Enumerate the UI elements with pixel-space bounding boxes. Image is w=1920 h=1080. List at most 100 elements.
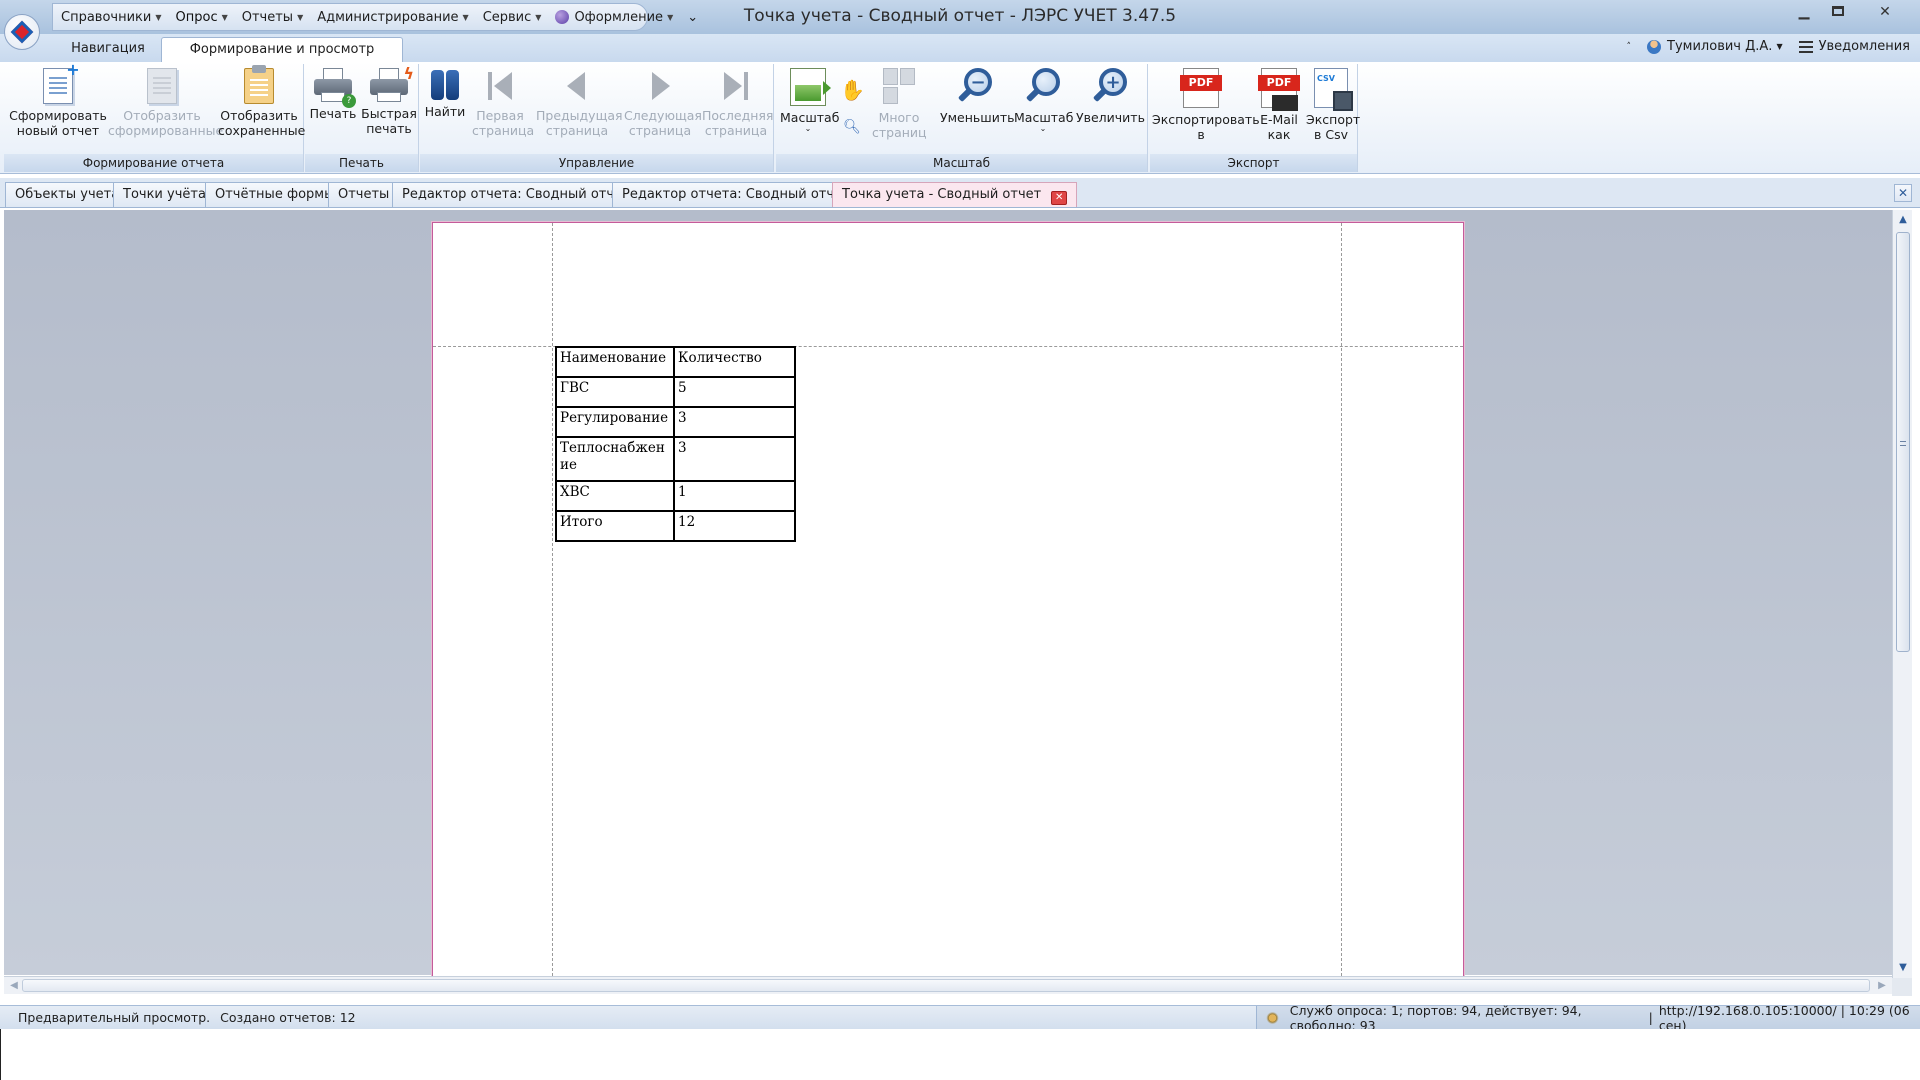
minimize-button[interactable]: ▁ xyxy=(1789,2,1819,24)
menu-label: Сервис xyxy=(482,9,532,25)
menu-label: Справочники xyxy=(61,9,152,25)
user-menu[interactable]: Тумилович Д.А. ▼ xyxy=(1647,39,1785,54)
close-button[interactable]: ✕ xyxy=(1857,2,1913,24)
zoom-out-button[interactable]: − Уменьшить xyxy=(940,66,1015,125)
menu-reports[interactable]: Отчеты ▼ xyxy=(242,10,303,25)
button-label: новый отчет xyxy=(16,123,100,138)
tab-report-builder[interactable]: Формирование и просмотр отчетов xyxy=(161,37,403,80)
collapse-ribbon-button[interactable]: ˄ xyxy=(1627,42,1634,52)
app-logo[interactable] xyxy=(4,14,40,50)
table-row: ГВС 5 xyxy=(555,376,796,408)
scroll-thumb[interactable] xyxy=(22,979,1870,992)
status-report-count: Создано отчетов: 12 xyxy=(220,1010,356,1025)
scroll-right-icon[interactable]: ▶ xyxy=(1874,978,1890,994)
previous-page-button[interactable]: Предыдущая страница xyxy=(536,66,623,138)
chevron-down-icon: ▼ xyxy=(535,12,542,22)
zoom-button[interactable]: Масштаб ⌄ xyxy=(1014,66,1073,133)
button-label: Первая xyxy=(476,108,524,123)
question-icon: ? xyxy=(342,94,356,108)
menu-poll[interactable]: Опрос ▼ xyxy=(176,10,228,25)
multiple-pages-icon xyxy=(881,68,917,106)
zoom-in-button[interactable]: + Увеличить xyxy=(1076,66,1145,125)
notifications-button[interactable]: Уведомления xyxy=(1798,39,1910,54)
multi-page-button[interactable]: Много страниц xyxy=(872,66,927,140)
first-page-button[interactable]: Первая страница xyxy=(472,66,535,138)
scroll-thumb[interactable] xyxy=(1896,232,1910,652)
last-page-icon xyxy=(718,68,754,104)
csv-save-icon xyxy=(1314,68,1353,111)
scroll-down-icon[interactable]: ▼ xyxy=(1895,960,1911,976)
horizontal-scrollbar[interactable]: ◀ ▶ xyxy=(4,976,1892,994)
button-label: страница xyxy=(472,123,535,138)
status-server: http://192.168.0.105:10000/ | 10:29 (06 … xyxy=(1658,1002,1910,1033)
tray-icon xyxy=(377,92,401,102)
button-label: Масштаб xyxy=(780,110,840,125)
close-icon[interactable]: ✕ xyxy=(1051,191,1068,205)
arrow-left-icon xyxy=(559,68,595,104)
last-page-button[interactable]: Последняя страница xyxy=(702,66,773,138)
tab-accounting-objects[interactable]: Объекты учета xyxy=(5,182,130,207)
quick-print-button[interactable]: ϟ Быстрая печать xyxy=(361,66,417,137)
menu-service[interactable]: Сервис ▼ xyxy=(483,10,542,25)
table-row: Теплоснабжени­e 3 xyxy=(555,436,796,482)
vertical-scrollbar[interactable]: ▲ ▼ xyxy=(1892,210,1912,978)
next-page-button[interactable]: Следующая страница xyxy=(624,66,702,138)
quick-printer-icon: ϟ xyxy=(370,66,414,102)
menu-administration[interactable]: Администрирование ▼ xyxy=(317,10,468,25)
notifications-label: Уведомления xyxy=(1818,39,1910,54)
handle-icon xyxy=(1025,87,1041,103)
theme-icon xyxy=(555,10,570,24)
group-caption: Формирование отчета xyxy=(4,154,303,172)
tab-summary-report[interactable]: Точка учета - Сводный отчет ✕ xyxy=(832,182,1078,207)
export-csv-button[interactable]: Экспорт в Csv xyxy=(1306,66,1360,142)
group-caption: Управление xyxy=(420,154,773,172)
tab-reports[interactable]: Отчеты xyxy=(328,182,400,207)
menu-directories[interactable]: Справочники ▼ xyxy=(61,10,162,25)
tab-report-editor-1[interactable]: Редактор отчета: Сводный отчет xyxy=(392,182,640,207)
email-as-button[interactable]: E-Mail как xyxy=(1254,66,1304,142)
arrow-right-icon xyxy=(724,72,742,100)
cell-name: ГВС xyxy=(555,376,675,408)
plus-icon: + xyxy=(1105,72,1121,93)
button-label: Сформировать xyxy=(9,108,107,123)
tab-report-forms[interactable]: Отчётные формы xyxy=(205,182,345,207)
group-build-report: + Сформировать новый отчет Отобразить сф… xyxy=(4,62,305,172)
export-to-button[interactable]: Экспортировать в xyxy=(1152,66,1260,142)
chevron-up-icon: ˄ xyxy=(1626,41,1632,52)
button-label: как xyxy=(1267,127,1291,142)
pdf-email-icon xyxy=(1258,68,1300,111)
chevron-down-icon: ▼ xyxy=(1776,42,1783,51)
button-label: страница xyxy=(704,123,768,138)
cell-name: ХВС xyxy=(555,480,675,512)
close-all-tabs-button[interactable]: ✕ xyxy=(1894,184,1912,202)
find-button[interactable]: Найти xyxy=(424,66,466,119)
chevron-down-icon: ▼ xyxy=(297,12,304,22)
cell-count: 3 xyxy=(673,436,796,482)
scroll-left-icon[interactable]: ◀ xyxy=(6,978,22,994)
main-menu-bar: Справочники ▼ Опрос ▼ Отчеты ▼ Администриро… xyxy=(52,3,698,31)
document-tab-bar: Объекты учета Точки учёта Отчётные формы… xyxy=(0,178,1920,208)
zoom-page-icon xyxy=(790,68,831,106)
report-preview-area[interactable]: Наименование Количество ГВС 5 Регулирова… xyxy=(4,210,1892,982)
zoom-tool-icon[interactable]: 🔍︎ xyxy=(843,118,861,136)
tab-navigation[interactable]: Навигация xyxy=(62,37,154,62)
logo-icon xyxy=(10,20,34,44)
margin-guide-right xyxy=(1341,223,1342,981)
print-button[interactable]: ? Печать xyxy=(307,66,359,121)
lightning-icon: ϟ xyxy=(403,64,414,83)
new-report-button[interactable]: + Сформировать новый отчет xyxy=(8,62,108,139)
maximize-button[interactable] xyxy=(1823,2,1853,24)
table-row: Итого 12 xyxy=(555,510,796,542)
first-page-icon xyxy=(482,68,518,104)
tab-metering-points[interactable]: Точки учёта xyxy=(113,182,216,207)
scroll-up-icon[interactable]: ▲ xyxy=(1895,212,1911,228)
menu-label: Отчеты xyxy=(241,9,294,25)
window-title: Точка учета - Сводный отчет - ЛЭРС УЧЕТ … xyxy=(743,6,1177,26)
report-table: Наименование Количество ГВС 5 Регулирова… xyxy=(555,346,796,542)
hand-tool-icon[interactable]: ✋ xyxy=(840,78,865,102)
zoom-mode-button[interactable]: Масштаб ⌄ xyxy=(780,66,840,133)
tab-report-editor-2[interactable]: Редактор отчета: Сводный отчет xyxy=(612,182,860,207)
new-document-icon: + xyxy=(43,62,80,104)
show-generated-button[interactable]: Отобразить сформированные xyxy=(108,66,223,138)
show-saved-button[interactable]: Отобразить сохраненные xyxy=(218,65,305,138)
